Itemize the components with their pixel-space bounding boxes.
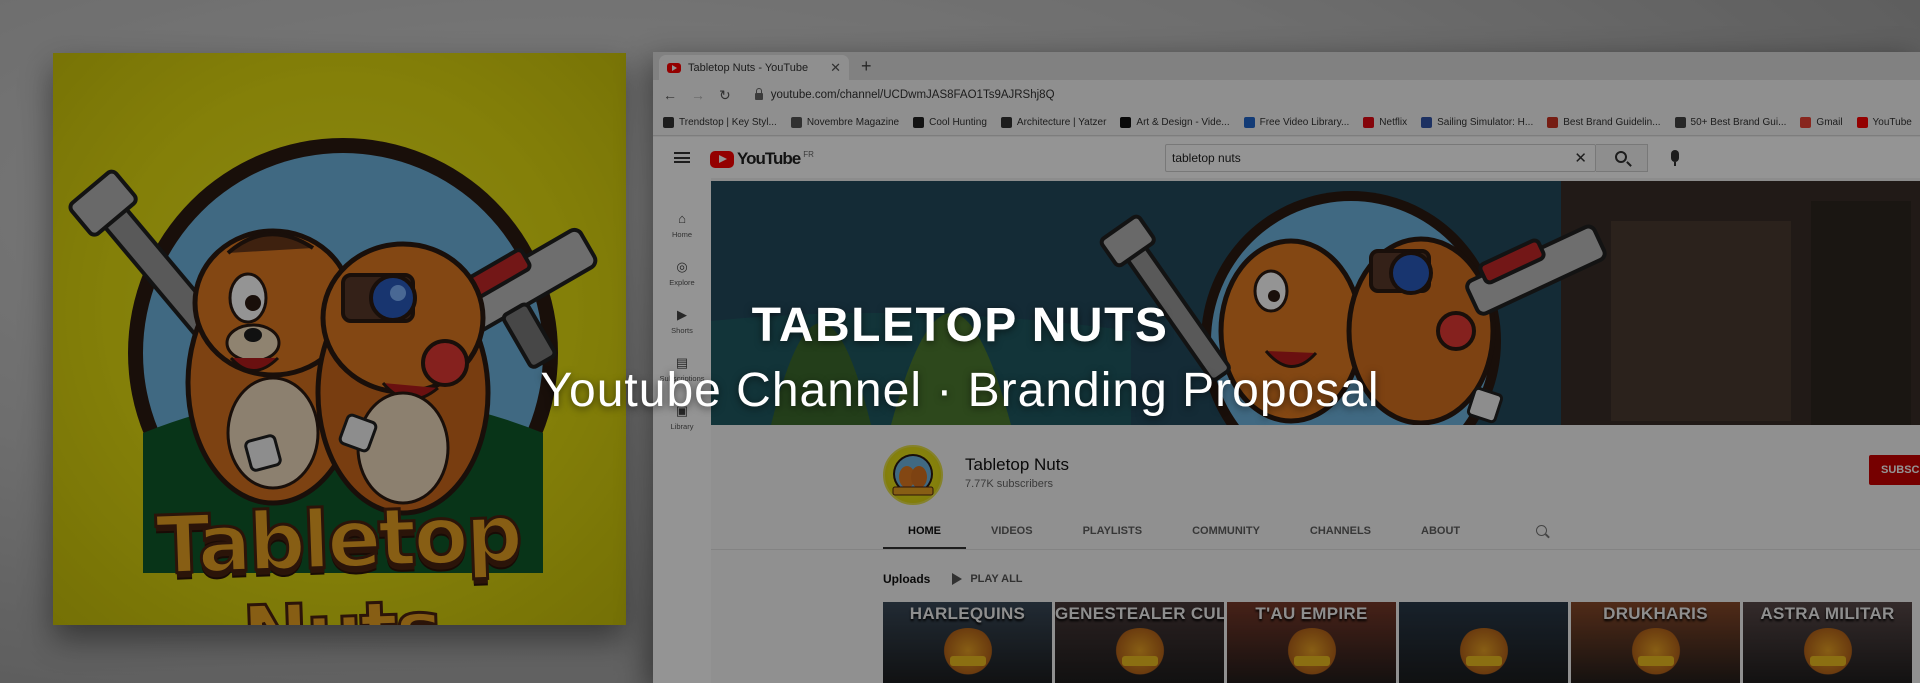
page-subtitle: Youtube Channel · Branding Proposal — [540, 364, 1380, 417]
page-title: TABLETOP NUTS — [751, 299, 1169, 352]
